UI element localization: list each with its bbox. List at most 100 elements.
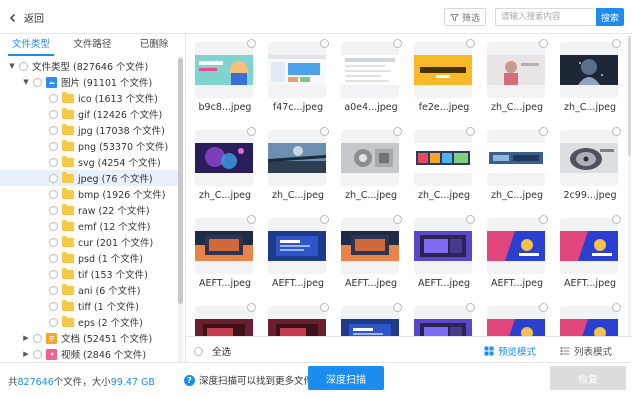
tree-scrollbar[interactable] — [178, 56, 183, 362]
file-thumbnail[interactable] — [560, 130, 618, 186]
tree-node[interactable]: raw (22 个文件) — [0, 202, 178, 218]
file-select-radio[interactable] — [247, 39, 256, 48]
tree-node[interactable]: emf (12 个文件) — [0, 218, 178, 234]
file-thumbnail[interactable] — [341, 130, 399, 186]
select-all-radio[interactable] — [194, 346, 203, 356]
file-thumbnail[interactable] — [341, 218, 399, 274]
file-thumbnail[interactable] — [195, 306, 253, 336]
tree-node-radio[interactable] — [49, 221, 58, 231]
tree-node[interactable]: tif (153 个文件) — [0, 266, 178, 282]
file-select-radio[interactable] — [539, 39, 548, 48]
tree-node-radio[interactable] — [49, 157, 58, 167]
tree-node-radio[interactable] — [49, 125, 58, 135]
tree-node-radio[interactable] — [19, 61, 28, 71]
file-tile[interactable]: fe2e...jpeg — [409, 36, 479, 120]
grid-scrollbar[interactable] — [628, 36, 631, 336]
tree-node-radio[interactable] — [49, 317, 58, 327]
file-tile[interactable]: AEFT...jpeg — [555, 212, 625, 296]
tree-node[interactable]: ico (1613 个文件) — [0, 90, 178, 106]
expand-right-icon[interactable]: ▶ — [22, 334, 30, 342]
tree-scroll-thumb[interactable] — [178, 58, 183, 304]
tree-node-radio[interactable] — [49, 205, 58, 215]
file-tile[interactable] — [555, 300, 625, 336]
file-tile[interactable]: AEFT...jpeg — [409, 212, 479, 296]
file-select-radio[interactable] — [320, 215, 329, 224]
file-select-radio[interactable] — [466, 39, 475, 48]
file-select-radio[interactable] — [466, 127, 475, 136]
expand-down-icon[interactable]: ▼ — [22, 78, 30, 86]
file-tile[interactable]: AEFT...jpeg — [190, 212, 260, 296]
tree-node-radio[interactable] — [49, 253, 58, 263]
file-thumbnail[interactable] — [341, 42, 399, 98]
file-tile[interactable]: zh_C...jpeg — [482, 124, 552, 208]
tree-node-radio[interactable] — [33, 77, 42, 87]
tree-node-radio[interactable] — [49, 109, 58, 119]
file-select-radio[interactable] — [247, 215, 256, 224]
file-select-radio[interactable] — [612, 215, 621, 224]
file-tile[interactable]: zh_C...jpeg — [555, 36, 625, 120]
file-thumbnail[interactable] — [195, 130, 253, 186]
file-select-radio[interactable] — [612, 39, 621, 48]
file-select-radio[interactable] — [393, 303, 402, 312]
file-thumbnail[interactable] — [487, 306, 545, 336]
tree-node[interactable]: ▶ 文档 (52451 个文件) — [0, 330, 178, 346]
file-tile[interactable]: a0e4...jpeg — [336, 36, 406, 120]
file-select-radio[interactable] — [466, 303, 475, 312]
tree-node-radio[interactable] — [33, 333, 42, 343]
file-select-radio[interactable] — [247, 127, 256, 136]
tree-node[interactable]: psd (1 个文件) — [0, 250, 178, 266]
tree-node[interactable]: ▼ 图片 (91101 个文件) — [0, 74, 178, 90]
file-tile[interactable]: AEFT...jpeg — [263, 212, 333, 296]
file-tile[interactable]: zh_C...jpeg — [336, 124, 406, 208]
file-thumbnail[interactable] — [560, 218, 618, 274]
file-select-radio[interactable] — [393, 39, 402, 48]
file-thumbnail[interactable] — [560, 42, 618, 98]
search-input[interactable] — [495, 8, 595, 26]
grid-scroll-thumb[interactable] — [628, 36, 631, 156]
tree-node[interactable]: bmp (1926 个文件) — [0, 186, 178, 202]
file-select-radio[interactable] — [320, 39, 329, 48]
preview-mode-button[interactable]: 预览模式 — [484, 344, 536, 358]
back-button[interactable]: 返回 — [8, 10, 44, 25]
file-thumbnail[interactable] — [414, 218, 472, 274]
tab-deleted[interactable]: 已删除 — [123, 34, 185, 56]
file-select-radio[interactable] — [247, 303, 256, 312]
tree-node-radio[interactable] — [49, 237, 58, 247]
file-tile[interactable]: zh_C...jpeg — [409, 124, 479, 208]
file-tile[interactable] — [263, 300, 333, 336]
file-thumbnail[interactable] — [487, 42, 545, 98]
file-thumbnail[interactable] — [268, 42, 326, 98]
tree-node-radio[interactable] — [49, 285, 58, 295]
expand-right-icon[interactable]: ▶ — [22, 350, 30, 358]
tree-node[interactable]: tiff (1 个文件) — [0, 298, 178, 314]
file-select-radio[interactable] — [612, 303, 621, 312]
file-thumbnail[interactable] — [560, 306, 618, 336]
list-mode-button[interactable]: 列表模式 — [560, 344, 612, 358]
select-all[interactable]: 全选 — [194, 344, 231, 358]
file-thumbnail[interactable] — [414, 42, 472, 98]
tree-node[interactable]: cur (201 个文件) — [0, 234, 178, 250]
file-thumbnail[interactable] — [341, 306, 399, 336]
file-select-radio[interactable] — [539, 215, 548, 224]
file-tile[interactable]: b9c8...jpeg — [190, 36, 260, 120]
tree-node[interactable]: ▼ 文件类型 (827646 个文件) — [0, 58, 178, 74]
file-tile[interactable] — [336, 300, 406, 336]
file-thumbnail[interactable] — [268, 130, 326, 186]
recover-button[interactable]: 恢复 — [550, 366, 626, 390]
file-tile[interactable]: AEFT...jpeg — [482, 212, 552, 296]
tree-node[interactable]: svg (4254 个文件) — [0, 154, 178, 170]
deep-scan-button[interactable]: 深度扫描 — [308, 366, 384, 390]
file-select-radio[interactable] — [320, 127, 329, 136]
file-select-radio[interactable] — [393, 215, 402, 224]
tree-node-radio[interactable] — [49, 269, 58, 279]
file-thumbnail[interactable] — [195, 42, 253, 98]
tree-node-radio[interactable] — [49, 93, 58, 103]
file-select-radio[interactable] — [612, 127, 621, 136]
file-thumbnail[interactable] — [414, 130, 472, 186]
tree-node-radio[interactable] — [49, 301, 58, 311]
file-tile[interactable] — [482, 300, 552, 336]
file-select-radio[interactable] — [539, 303, 548, 312]
file-thumbnail[interactable] — [268, 218, 326, 274]
tree-node[interactable]: ▶ 视频 (2846 个文件) — [0, 346, 178, 362]
file-select-radio[interactable] — [466, 215, 475, 224]
